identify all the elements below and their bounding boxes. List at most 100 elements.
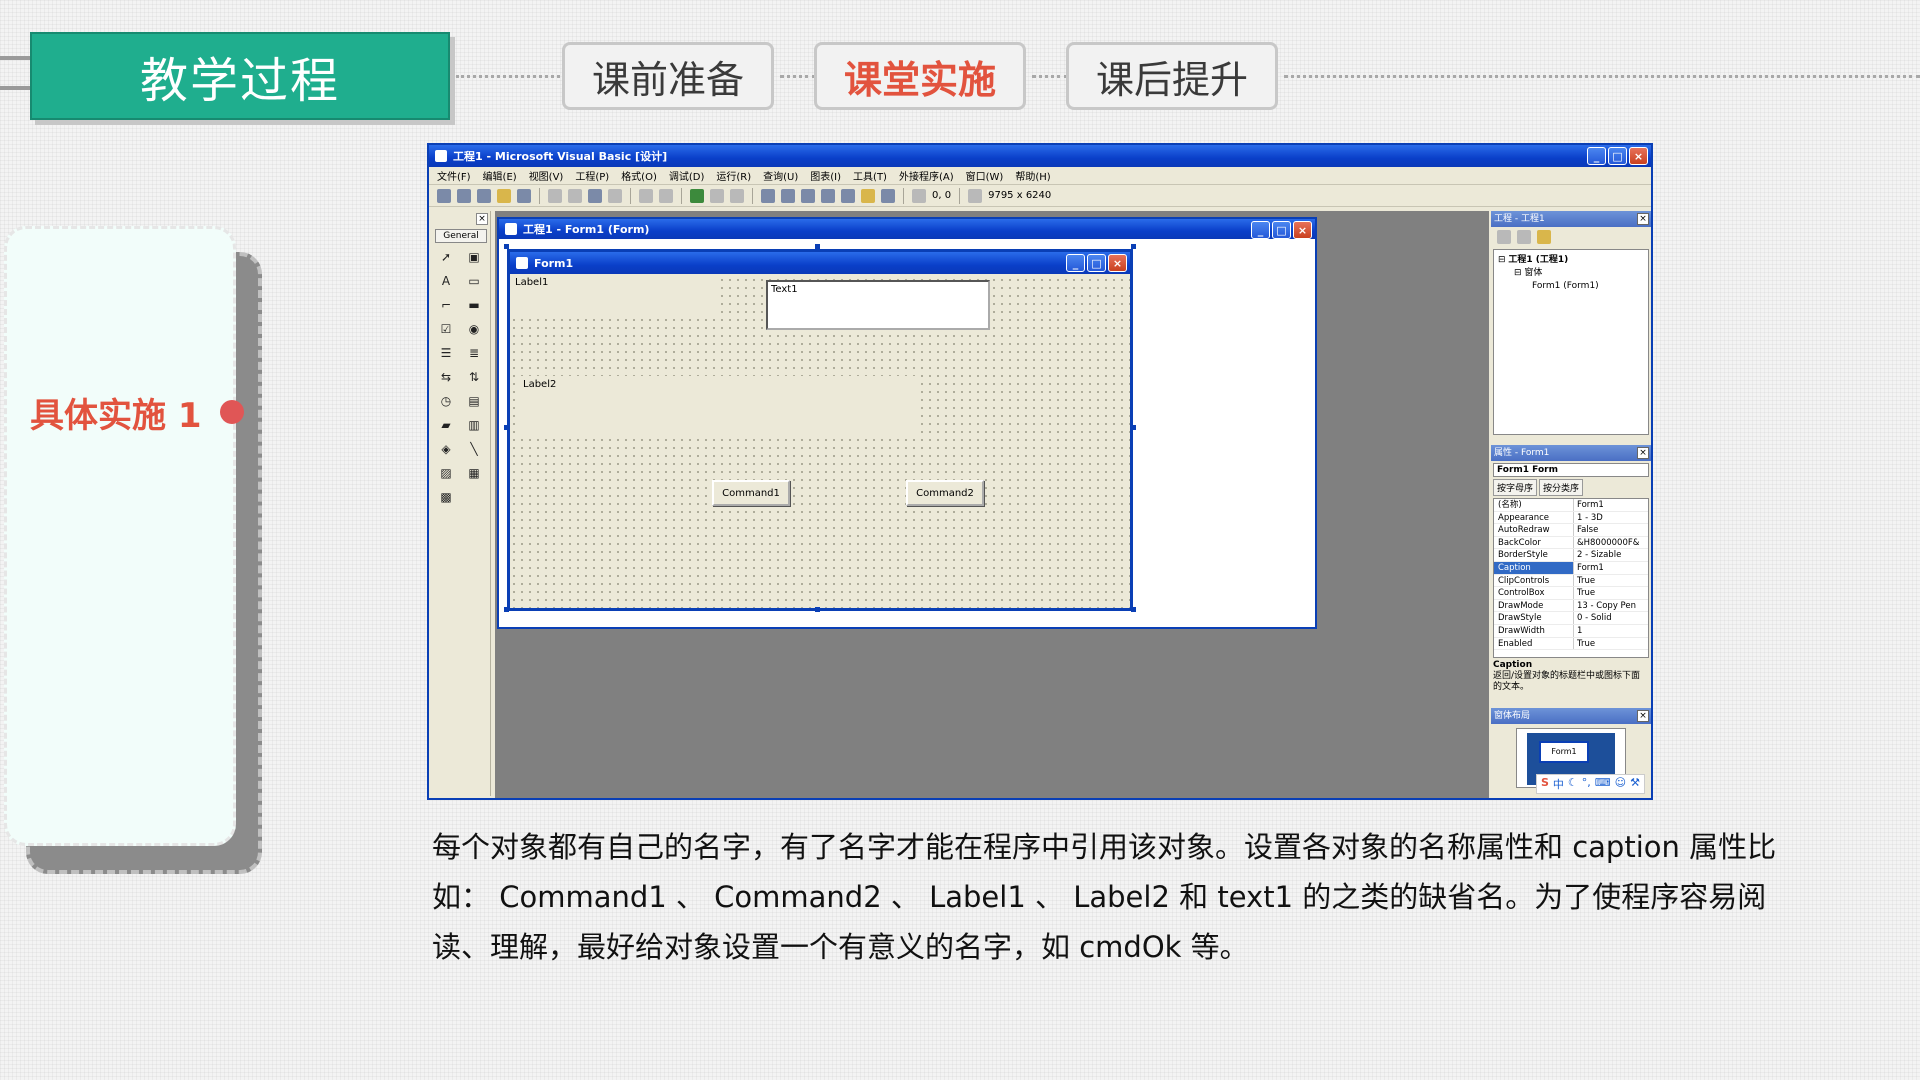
menu-view[interactable]: 视图(V) [529, 168, 564, 183]
minimize-icon[interactable]: _ [1251, 221, 1270, 239]
data-view-icon[interactable] [861, 188, 875, 203]
add-form-icon[interactable] [457, 188, 471, 203]
menu-addins[interactable]: 外接程序(A) [899, 168, 954, 183]
menu-project[interactable]: 工程(P) [575, 168, 609, 183]
timer-icon[interactable]: ◷ [437, 393, 455, 409]
resize-handle[interactable] [1131, 607, 1136, 612]
toolbox-icon[interactable] [841, 188, 855, 203]
hscrollbar-icon[interactable]: ⇆ [437, 369, 455, 385]
tree-item-forms-folder[interactable]: ⊟ 窗体 [1498, 267, 1644, 280]
label2-control[interactable]: Label2 [518, 376, 918, 434]
text1-control[interactable]: Text1 [766, 280, 990, 330]
ole-icon[interactable]: ▩ [437, 489, 455, 505]
user-icon[interactable]: ☺ [1615, 776, 1626, 792]
minimize-icon[interactable]: _ [1587, 147, 1606, 165]
menu-edit[interactable]: 编辑(E) [483, 168, 517, 183]
tab-pre-class[interactable]: 课前准备 [562, 42, 774, 110]
label1-control[interactable]: Label1 [510, 274, 720, 314]
maximize-icon[interactable]: □ [1272, 221, 1291, 239]
command2-button[interactable]: Command2 [906, 480, 984, 506]
menu-help[interactable]: 帮助(H) [1015, 168, 1050, 183]
maximize-icon[interactable]: □ [1087, 254, 1106, 272]
properties-window-icon[interactable] [781, 188, 795, 203]
combobox-icon[interactable]: ☰ [437, 345, 455, 361]
menu-tools[interactable]: 工具(T) [853, 168, 887, 183]
tab-post-class[interactable]: 课后提升 [1066, 42, 1278, 110]
toolbox-general-tab[interactable]: General [435, 229, 487, 243]
property-row[interactable]: DrawStyle 0 - Solid [1494, 612, 1648, 625]
property-row[interactable]: Enabled True [1494, 637, 1648, 651]
open-icon[interactable] [497, 188, 511, 203]
vscrollbar-icon[interactable]: ⇅ [465, 369, 483, 385]
object-select[interactable]: Form1 Form [1493, 463, 1649, 477]
half-width-icon[interactable]: ☾ [1568, 776, 1578, 792]
resize-handle[interactable] [504, 244, 509, 249]
resize-handle[interactable] [504, 425, 509, 430]
tab-categorized[interactable]: 按分类序 [1539, 479, 1584, 496]
menu-query[interactable]: 查询(U) [763, 168, 798, 183]
start-icon[interactable] [690, 188, 704, 203]
image-icon[interactable]: ▨ [437, 465, 455, 481]
line-icon[interactable]: ╲ [465, 441, 483, 457]
listbox-icon[interactable]: ≣ [465, 345, 483, 361]
component-manager-icon[interactable] [881, 188, 895, 203]
menu-file[interactable]: 文件(F) [437, 168, 471, 183]
menu-diagram[interactable]: 图表(I) [810, 168, 841, 183]
data-control-icon[interactable]: ▦ [465, 465, 483, 481]
object-browser-icon[interactable] [821, 188, 835, 203]
textbox-icon[interactable]: ▭ [465, 273, 483, 289]
property-row[interactable]: DrawMode 13 - Copy Pen [1494, 599, 1648, 613]
punctuation-icon[interactable]: °, [1582, 776, 1591, 792]
form1-window[interactable]: Form1 _ □ × Label1 Text1 Label2 Command1… [507, 249, 1133, 611]
cut-icon[interactable] [548, 188, 562, 203]
label-icon[interactable]: A [437, 273, 455, 289]
maximize-icon[interactable]: □ [1608, 147, 1627, 165]
property-row[interactable]: ClipControls True [1494, 574, 1648, 588]
property-row[interactable]: ControlBox True [1494, 587, 1648, 600]
menu-format[interactable]: 格式(O) [621, 168, 657, 183]
minimize-icon[interactable]: _ [1066, 254, 1085, 272]
close-icon[interactable]: × [1637, 213, 1649, 225]
resize-handle[interactable] [815, 607, 820, 612]
frame-icon[interactable]: ⌐ [437, 297, 455, 313]
dirlistbox-icon[interactable]: ▰ [437, 417, 455, 433]
tab-alphabetic[interactable]: 按字母序 [1493, 479, 1538, 496]
view-code-icon[interactable] [1497, 230, 1511, 244]
menu-editor-icon[interactable] [477, 188, 491, 203]
property-row[interactable]: AutoRedraw False [1494, 524, 1648, 537]
copy-icon[interactable] [568, 188, 582, 203]
command1-button[interactable]: Command1 [712, 480, 790, 506]
view-object-icon[interactable] [1517, 230, 1531, 244]
close-icon[interactable]: × [1637, 447, 1649, 459]
toggle-folders-icon[interactable] [1537, 230, 1551, 244]
close-icon[interactable]: × [1637, 710, 1649, 722]
drivelistbox-icon[interactable]: ▤ [465, 393, 483, 409]
property-row[interactable]: Appearance 1 - 3D [1494, 511, 1648, 525]
project-explorer-icon[interactable] [761, 188, 775, 203]
commandbutton-icon[interactable]: ▬ [465, 297, 483, 313]
menu-debug[interactable]: 调试(D) [669, 168, 705, 183]
form-position-preview[interactable]: Form1 [1539, 741, 1589, 763]
tree-item-form1[interactable]: Form1 (Form1) [1498, 280, 1644, 293]
redo-icon[interactable] [659, 188, 673, 203]
paste-icon[interactable] [588, 188, 602, 203]
menu-run[interactable]: 运行(R) [716, 168, 751, 183]
filelistbox-icon[interactable]: ▥ [465, 417, 483, 433]
find-icon[interactable] [608, 188, 622, 203]
shape-icon[interactable]: ◈ [437, 441, 455, 457]
property-row[interactable]: DrawWidth 1 [1494, 624, 1648, 638]
property-row-selected[interactable]: Caption Form1 [1494, 561, 1648, 575]
keyboard-icon[interactable]: ⌨ [1595, 776, 1611, 792]
property-row[interactable]: (名称) Form1 [1494, 499, 1648, 512]
resize-handle[interactable] [815, 244, 820, 249]
resize-handle[interactable] [1131, 425, 1136, 430]
resize-handle[interactable] [1131, 244, 1136, 249]
close-icon[interactable]: × [1293, 221, 1312, 239]
pointer-icon[interactable]: ➚ [437, 249, 455, 265]
resize-handle[interactable] [504, 607, 509, 612]
menu-window[interactable]: 窗口(W) [966, 168, 1004, 183]
chinese-mode-icon[interactable]: 中 [1553, 776, 1564, 792]
add-project-icon[interactable] [437, 188, 451, 203]
close-icon[interactable]: × [476, 213, 488, 225]
tab-in-class[interactable]: 课堂实施 [814, 42, 1026, 110]
